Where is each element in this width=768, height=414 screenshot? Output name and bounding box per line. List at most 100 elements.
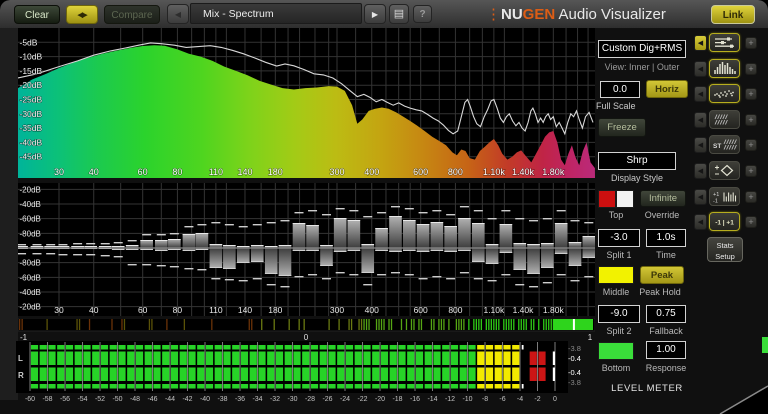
- bottom-color-swatch[interactable]: [598, 342, 634, 360]
- preset-name-box[interactable]: Custom Dig+RMS: [598, 40, 686, 58]
- edge-green-swatch: [762, 337, 768, 353]
- svg-text:-6: -6: [499, 396, 505, 403]
- view-correlation-scale-arrow[interactable]: ◀: [694, 214, 707, 231]
- compare-button[interactable]: Compare: [104, 5, 160, 24]
- middle-color-swatch[interactable]: [598, 266, 634, 284]
- svg-text:-18: -18: [392, 396, 402, 403]
- scatter-icon: [714, 90, 734, 99]
- horiz-button[interactable]: Horiz: [646, 80, 688, 98]
- svg-text:-3.8: -3.8: [568, 378, 581, 387]
- top-color-swatch[interactable]: [598, 190, 634, 208]
- svg-text:-40dB: -40dB: [20, 200, 41, 209]
- split2-value-box[interactable]: -9.0: [598, 305, 640, 323]
- split1-value-box[interactable]: -3.0: [598, 229, 640, 247]
- correlation-strip: -1 0 1: [18, 318, 595, 342]
- prev-preset-icon[interactable]: ◀: [167, 4, 189, 24]
- svg-text:-4: -4: [517, 396, 523, 403]
- svg-text:-1: -1: [713, 198, 718, 204]
- view-bar-spectrum-add-icon[interactable]: +: [745, 62, 757, 75]
- fallback-value-box[interactable]: 0.75: [646, 305, 686, 323]
- swap-ab-icon[interactable]: ◀▶: [66, 5, 98, 24]
- sliders-icon: [715, 37, 734, 48]
- view-vectorscope-add-icon[interactable]: +: [745, 165, 757, 177]
- svg-text:-46: -46: [147, 396, 157, 403]
- svg-text:80: 80: [173, 305, 183, 315]
- display-style-box[interactable]: Shrp: [598, 152, 676, 170]
- help-button[interactable]: ?: [413, 5, 432, 23]
- offset-value-box[interactable]: 0.0: [600, 81, 640, 98]
- view-bar-spectrum-button[interactable]: [709, 58, 740, 78]
- svg-text:-12: -12: [445, 396, 455, 403]
- svg-text:-0.4: -0.4: [568, 368, 581, 377]
- pm-bars-icon: +1-1: [713, 192, 737, 204]
- view-scatter-button[interactable]: [709, 84, 740, 104]
- link-button[interactable]: Link: [711, 5, 755, 24]
- split1-label: Split 1: [606, 250, 632, 260]
- freeze-button[interactable]: Freeze: [598, 118, 646, 137]
- view-correlation-scale-button[interactable]: -1 | +1: [709, 212, 740, 232]
- svg-text:-3.8: -3.8: [568, 344, 581, 353]
- next-preset-icon[interactable]: ▶: [364, 4, 386, 24]
- time-label: Time: [656, 250, 676, 260]
- brand-rest: Audio Visualizer: [555, 6, 666, 23]
- view-sliders-arrow[interactable]: ◀: [694, 35, 707, 51]
- view-sliders-add-icon[interactable]: +: [745, 37, 757, 49]
- svg-text:-60: -60: [25, 396, 35, 403]
- svg-text:-56: -56: [60, 396, 70, 403]
- view-stereo-hatch-add-icon[interactable]: +: [745, 139, 757, 152]
- preset-dropdown[interactable]: Mix - Spectrum: [190, 3, 362, 24]
- svg-text:600: 600: [413, 167, 428, 177]
- svg-text:-30dB: -30dB: [20, 109, 43, 119]
- svg-text:-40: -40: [200, 396, 210, 403]
- svg-text:300: 300: [329, 167, 344, 177]
- svg-text:-60dB: -60dB: [20, 273, 41, 282]
- view-correlation-bars-arrow[interactable]: ◀: [694, 188, 707, 205]
- svg-text:180: 180: [268, 167, 283, 177]
- svg-text:-40dB: -40dB: [20, 288, 41, 297]
- stats-setup-button[interactable]: Stats Setup: [707, 237, 743, 262]
- preset-list-icon[interactable]: ▤: [389, 4, 409, 24]
- view-correlation-bars-add-icon[interactable]: +: [745, 190, 757, 203]
- view-correlation-scale-add-icon[interactable]: +: [745, 216, 757, 229]
- time-value-box[interactable]: 1.0s: [646, 229, 686, 247]
- svg-text:30: 30: [54, 167, 64, 177]
- svg-text:ST: ST: [713, 143, 721, 150]
- svg-text:-1 | +1: -1 | +1: [715, 220, 734, 227]
- view-mode-label: View: Inner | Outer: [604, 62, 680, 72]
- top-color-white: [616, 190, 634, 208]
- svg-text:60: 60: [138, 167, 148, 177]
- view-vectorscope-button[interactable]: [709, 161, 740, 180]
- view-bar-spectrum-arrow[interactable]: ◀: [694, 60, 707, 77]
- view-hatch-arrow[interactable]: ◀: [694, 111, 707, 128]
- svg-text:-0.4: -0.4: [568, 354, 581, 363]
- diamond-icon: [715, 164, 734, 177]
- svg-text:1.80k: 1.80k: [543, 305, 565, 315]
- response-value-box[interactable]: 1.00: [646, 341, 686, 359]
- peak-button[interactable]: Peak: [640, 266, 684, 284]
- stats-line1: Stats: [716, 241, 734, 250]
- svg-text:30: 30: [54, 305, 64, 315]
- view-scatter-add-icon[interactable]: +: [745, 88, 757, 101]
- svg-text:+1: +1: [713, 192, 719, 198]
- view-vectorscope-arrow[interactable]: ◀: [694, 163, 707, 179]
- view-hatch-button[interactable]: [709, 109, 740, 129]
- resize-corner[interactable]: [700, 380, 768, 414]
- svg-text:1.10k: 1.10k: [483, 305, 505, 315]
- override-label: Override: [644, 210, 680, 220]
- plugin-window: Clear ◀▶ Compare ◀ Mix - Spectrum ▶ ▤ ? …: [0, 0, 768, 414]
- svg-text:-10: -10: [462, 396, 472, 403]
- brand-dots-icon: ⋮: [486, 6, 501, 23]
- view-stereo-hatch-button[interactable]: ST: [709, 135, 740, 155]
- view-stereo-hatch-arrow[interactable]: ◀: [694, 137, 707, 154]
- svg-text:-30: -30: [287, 396, 297, 403]
- infinite-button[interactable]: Infinite: [640, 190, 686, 207]
- svg-text:-20dB: -20dB: [20, 80, 43, 90]
- view-correlation-bars-button[interactable]: +1 -1: [709, 186, 740, 206]
- view-scatter-arrow[interactable]: ◀: [694, 86, 707, 103]
- view-hatch-add-icon[interactable]: +: [745, 113, 757, 126]
- brand-gen: GEN: [522, 6, 556, 23]
- view-sliders-button[interactable]: [709, 33, 740, 52]
- clear-button[interactable]: Clear: [14, 5, 60, 24]
- svg-text:-20: -20: [375, 396, 385, 403]
- svg-text:400: 400: [365, 305, 379, 315]
